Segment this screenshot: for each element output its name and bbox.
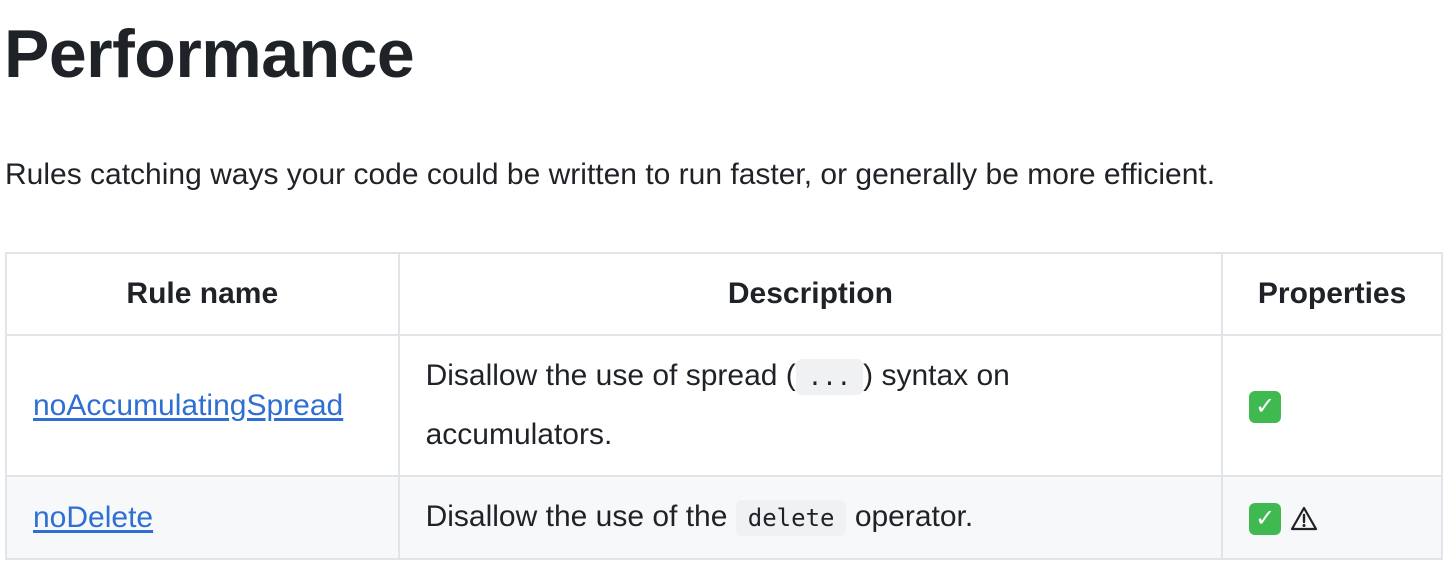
properties-cell: ✓ bbox=[1221, 334, 1443, 477]
description-text: operator. bbox=[854, 500, 974, 533]
rules-table: Rule name Description Properties noAccum… bbox=[5, 252, 1443, 560]
description-text: Disallow the use of spread ( bbox=[425, 359, 796, 392]
description-cell: Disallow the use of spread (...) syntax … bbox=[397, 334, 1224, 477]
rule-name-cell: noAccumulatingSpread bbox=[5, 334, 400, 477]
check-icon: ✓ bbox=[1249, 390, 1282, 423]
description-text: Disallow the use of the bbox=[425, 500, 728, 533]
table-header-row: Rule name Description Properties bbox=[5, 252, 1443, 336]
inline-code-delete: delete bbox=[735, 500, 847, 536]
intro-text: Rules catching ways your code could be w… bbox=[5, 158, 1216, 191]
properties-cell: ✓ bbox=[1221, 475, 1443, 560]
rule-name-cell: noDelete bbox=[5, 475, 400, 560]
table-row: noDelete Disallow the use of the delete … bbox=[5, 475, 1443, 560]
header-rule-name: Rule name bbox=[5, 252, 400, 336]
rule-link-no-delete[interactable]: noDelete bbox=[33, 501, 153, 534]
warning-icon bbox=[1289, 504, 1319, 534]
description-cell: Disallow the use of the delete operator. bbox=[397, 475, 1224, 560]
table-row: noAccumulatingSpread Disallow the use of… bbox=[5, 334, 1443, 477]
check-icon: ✓ bbox=[1249, 502, 1282, 535]
header-properties: Properties bbox=[1221, 252, 1443, 336]
rule-link-no-accumulating-spread[interactable]: noAccumulatingSpread bbox=[33, 389, 343, 422]
page-title: Performance bbox=[4, 16, 415, 92]
header-description: Description bbox=[397, 252, 1224, 336]
inline-code-spread: ... bbox=[795, 359, 864, 395]
